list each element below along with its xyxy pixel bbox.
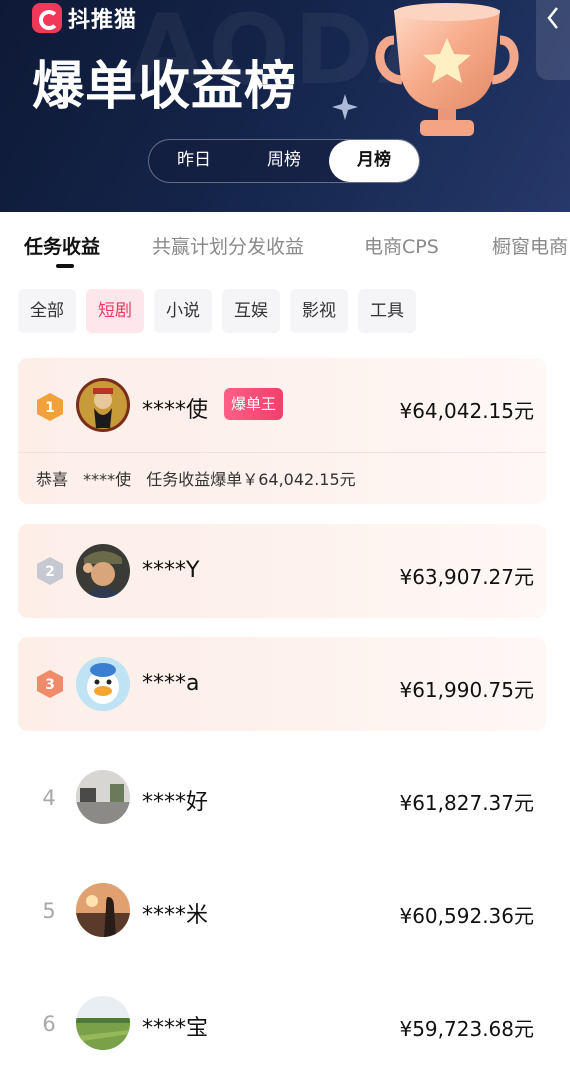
row-divider <box>18 452 546 453</box>
avatar <box>76 883 130 937</box>
user-name: ****好 <box>142 790 209 815</box>
tab-shared-plan-earnings[interactable]: 共赢计划分发收益 <box>152 232 304 259</box>
congrats-prefix: 恭喜 <box>36 470 69 489</box>
tab-monthly[interactable]: 月榜 <box>329 140 419 182</box>
tab-ecommerce-cps[interactable]: 电商CPS <box>364 232 439 259</box>
avatar <box>76 378 130 432</box>
logo-text: 抖推猫 <box>68 8 138 33</box>
category-tabs: 任务收益 共赢计划分发收益 电商CPS 橱窗电商 <box>0 212 570 276</box>
chip-tools[interactable]: 工具 <box>358 289 416 333</box>
tab-showcase-ecommerce[interactable]: 橱窗电商 <box>492 232 568 259</box>
gold-rank-badge-icon: 1 <box>37 393 63 421</box>
chip-all[interactable]: 全部 <box>18 289 76 333</box>
chip-novel[interactable]: 小说 <box>154 289 212 333</box>
user-name: ****宝 <box>142 1016 209 1041</box>
congrats-text: 任务收益爆单￥64,042.15元 <box>146 470 356 489</box>
logo-icon <box>32 3 62 33</box>
earnings-amount: ¥59,723.68元 <box>399 1017 534 1041</box>
user-name: ****使 <box>142 398 209 423</box>
app-logo: 抖推猫 <box>32 2 137 34</box>
rank-number: 1 <box>45 400 55 416</box>
ranking-row-3[interactable]: 3 ****a ¥61,990.75元 <box>18 637 546 731</box>
ranking-row-6[interactable]: 6 ****宝 ¥59,723.68元 <box>18 976 546 1070</box>
avatar <box>76 544 130 598</box>
chip-film[interactable]: 影视 <box>290 289 348 333</box>
rank-number: 2 <box>45 564 55 580</box>
earnings-amount: ¥61,827.37元 <box>399 791 534 815</box>
tab-yesterday[interactable]: 昨日 <box>149 140 239 182</box>
earnings-amount: ¥60,592.36元 <box>399 904 534 928</box>
filter-chips: 全部 短剧 小说 互娱 影视 工具 <box>18 289 416 333</box>
trophy-icon <box>375 3 519 136</box>
rank-number: 3 <box>45 677 55 693</box>
rank-number: 4 <box>42 786 56 810</box>
rank-number: 6 <box>42 1012 56 1036</box>
header-banner: AODA 抖推猫 爆单收益榜 昨日 周榜 月榜 <box>0 0 570 212</box>
chip-entertainment[interactable]: 互娱 <box>222 289 280 333</box>
earnings-amount: ¥63,907.27元 <box>399 565 534 589</box>
page-title: 爆单收益榜 <box>32 57 298 117</box>
user-name: ****Y <box>142 558 200 583</box>
earnings-amount: ¥64,042.15元 <box>399 399 534 423</box>
avatar <box>76 996 130 1050</box>
ranking-row-5[interactable]: 5 ****米 ¥60,592.36元 <box>18 863 546 957</box>
ranking-row-2[interactable]: 2 ****Y ¥63,907.27元 <box>18 524 546 618</box>
top-seller-badge: 爆单王 <box>224 388 284 420</box>
rank-number: 5 <box>42 899 56 923</box>
active-tab-indicator <box>56 264 74 268</box>
period-segment: 昨日 周榜 月榜 <box>148 139 420 183</box>
user-name: ****米 <box>142 903 209 928</box>
user-name: ****a <box>142 671 200 696</box>
ranking-row-1[interactable]: 1 ****使 爆单王 ¥64,042.15元 恭喜 ****使 任务收益爆单￥… <box>18 358 546 504</box>
silver-rank-badge-icon: 2 <box>37 557 63 585</box>
avatar <box>76 657 130 711</box>
chip-short-drama[interactable]: 短剧 <box>86 289 144 333</box>
tab-task-earnings[interactable]: 任务收益 <box>24 232 100 259</box>
back-button[interactable] <box>536 0 570 80</box>
ranking-row-4[interactable]: 4 ****好 ¥61,827.37元 <box>18 750 546 844</box>
tab-weekly[interactable]: 周榜 <box>239 140 329 182</box>
avatar <box>76 770 130 824</box>
sparkle-icon <box>332 94 358 120</box>
congrats-user: ****使 <box>83 470 132 489</box>
congrats-message: 恭喜 ****使 任务收益爆单￥64,042.15元 <box>36 466 356 490</box>
bronze-rank-badge-icon: 3 <box>37 670 63 698</box>
earnings-amount: ¥61,990.75元 <box>399 678 534 702</box>
chevron-left-icon <box>547 7 558 29</box>
